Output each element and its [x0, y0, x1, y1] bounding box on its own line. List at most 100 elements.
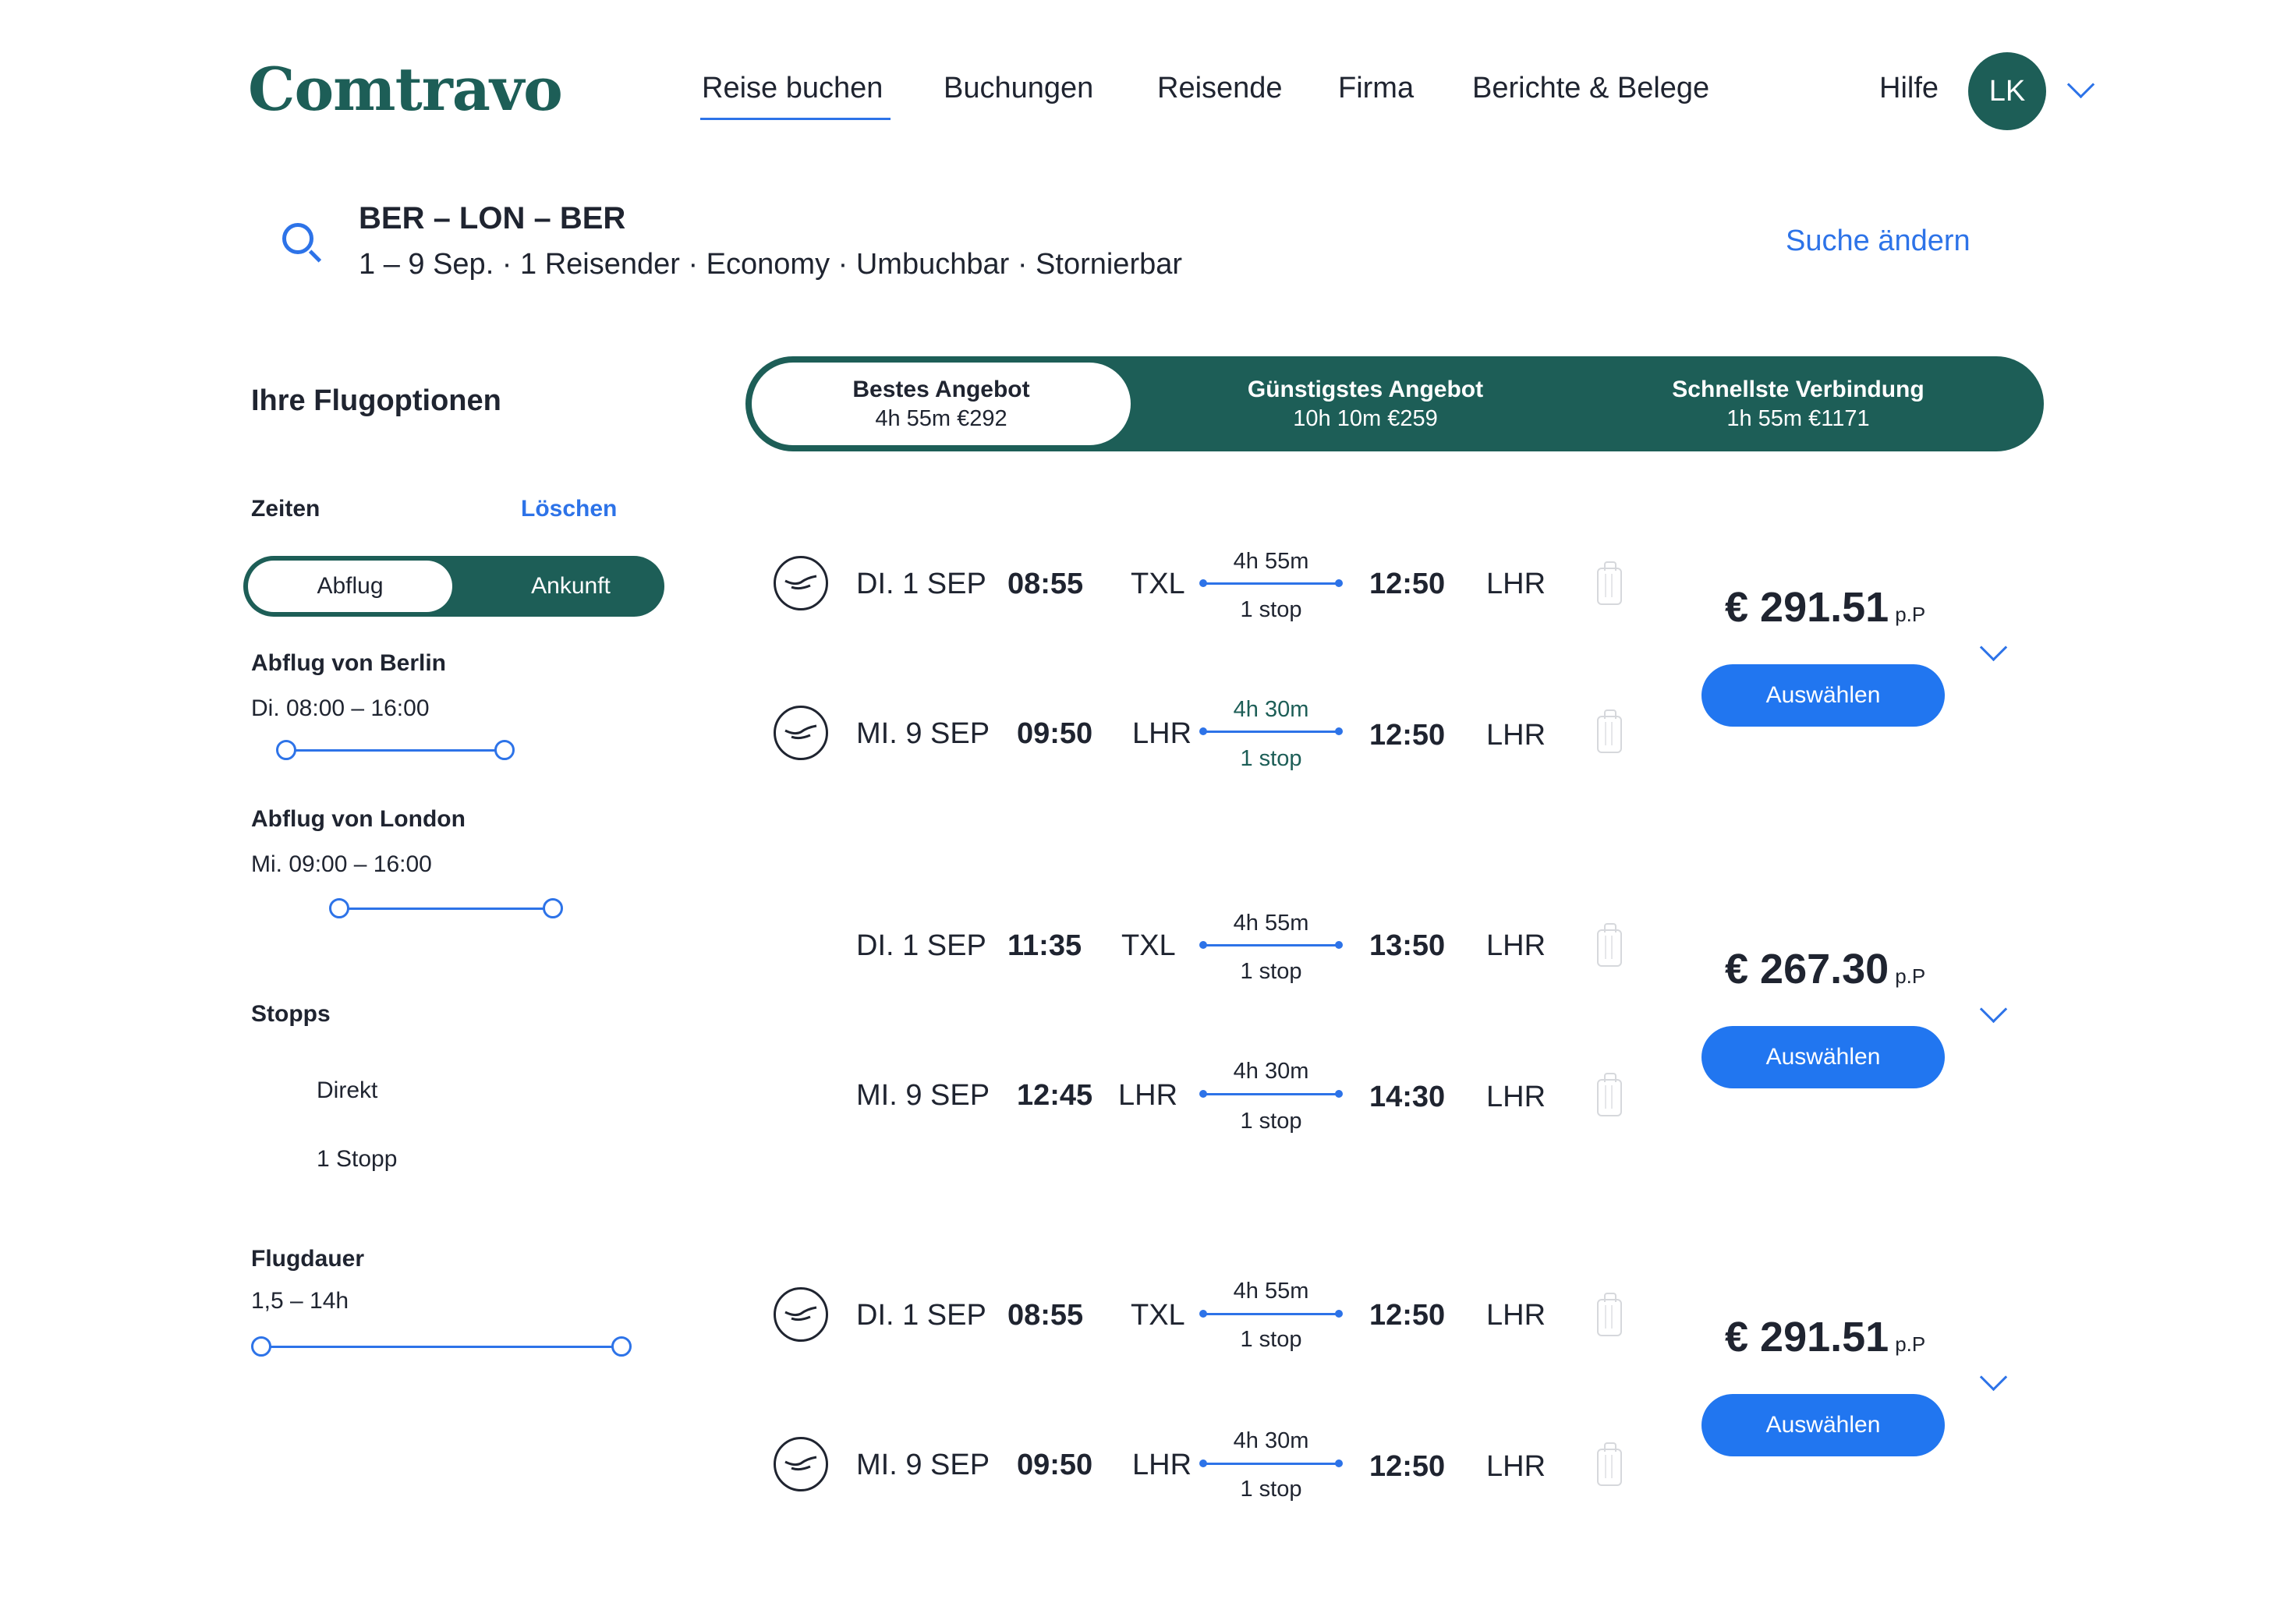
- leg-date: DI. 1 SEP: [856, 1299, 986, 1332]
- departure-arrival-toggle[interactable]: Abflug Ankunft: [243, 556, 664, 617]
- stop-option-direkt[interactable]: Direkt: [317, 1077, 377, 1104]
- baggage-icon: [1597, 1442, 1622, 1486]
- leg-line-end: [1335, 1310, 1343, 1318]
- nav-berichte-belege[interactable]: Berichte & Belege: [1472, 72, 1709, 105]
- london-time-slider-track[interactable]: [340, 908, 554, 910]
- nav-reisende[interactable]: Reisende: [1157, 72, 1283, 105]
- duration-slider-track[interactable]: [260, 1346, 621, 1348]
- leg-departure-time: 11:35: [1007, 929, 1082, 962]
- airline-logo-icon: [774, 1287, 828, 1342]
- leg-line-end: [1335, 579, 1343, 587]
- nav-reise-buchen[interactable]: Reise buchen: [702, 72, 883, 105]
- leg-departure-time: 12:45: [1017, 1079, 1093, 1112]
- leg-duration: 4h 30m: [1233, 697, 1309, 722]
- price-per-person: p.P: [1895, 964, 1926, 988]
- result-price: € 291.51 p.P: [1725, 583, 1925, 632]
- leg-date: DI. 1 SEP: [856, 929, 986, 962]
- duration-slider-max-handle[interactable]: [611, 1336, 632, 1357]
- leg-stops: 1 stop: [1240, 597, 1302, 622]
- toggle-ankunft[interactable]: Ankunft: [477, 556, 664, 617]
- london-slider-min-handle[interactable]: [329, 898, 349, 918]
- leg-origin: LHR: [1118, 1079, 1178, 1112]
- berlin-departure-label: Abflug von Berlin: [251, 650, 446, 676]
- berlin-slider-min-handle[interactable]: [276, 740, 296, 760]
- expand-chevron-down-icon[interactable]: [1979, 1363, 2008, 1392]
- tab-fastest-connection[interactable]: Schnellste Verbindung 1h 55m €1171: [1588, 356, 2009, 451]
- leg-arrival-time: 12:50: [1369, 719, 1446, 752]
- leg-date: MI. 9 SEP: [856, 1449, 990, 1481]
- nav-active-indicator: [700, 118, 891, 120]
- leg-departure-time: 09:50: [1017, 717, 1093, 750]
- leg-origin: LHR: [1132, 717, 1192, 750]
- leg-date: MI. 9 SEP: [856, 717, 990, 750]
- london-slider-max-handle[interactable]: [543, 898, 563, 918]
- leg-origin: LHR: [1132, 1449, 1192, 1481]
- leg-arrival-time: 12:50: [1369, 1299, 1446, 1332]
- clear-filters-button[interactable]: Löschen: [521, 496, 617, 522]
- tab-best-offer-title: Bestes Angebot: [852, 376, 1030, 402]
- leg-line: [1204, 731, 1340, 733]
- result-price: € 267.30 p.P: [1725, 945, 1925, 993]
- sidebar-title: Ihre Flugoptionen: [251, 384, 501, 417]
- leg-stops: 1 stop: [1240, 1477, 1302, 1502]
- leg-departure-time: 08:55: [1007, 1299, 1084, 1332]
- expand-chevron-down-icon[interactable]: [1979, 995, 2008, 1024]
- leg-origin: TXL: [1121, 929, 1176, 962]
- nav-firma[interactable]: Firma: [1338, 72, 1414, 105]
- select-flight-button[interactable]: Auswählen: [1701, 664, 1945, 727]
- berlin-time-slider-track[interactable]: [287, 749, 505, 752]
- leg-line: [1204, 1463, 1340, 1465]
- leg-line-end: [1335, 727, 1343, 735]
- leg-departure-time: 08:55: [1007, 568, 1084, 600]
- berlin-slider-max-handle[interactable]: [494, 740, 515, 760]
- tab-cheapest-sub: 10h 10m €259: [1293, 405, 1438, 431]
- leg-destination: LHR: [1486, 929, 1546, 962]
- baggage-icon: [1597, 709, 1622, 753]
- tab-fastest-sub: 1h 55m €1171: [1726, 405, 1870, 431]
- tab-best-offer[interactable]: Bestes Angebot 4h 55m €292: [752, 363, 1131, 445]
- stop-option-1-stopp[interactable]: 1 Stopp: [317, 1146, 397, 1173]
- tab-fastest-title: Schnellste Verbindung: [1672, 376, 1925, 402]
- baggage-icon: [1597, 923, 1622, 967]
- leg-date: DI. 1 SEP: [856, 568, 986, 600]
- leg-arrival-time: 13:50: [1369, 929, 1446, 962]
- price-per-person: p.P: [1895, 603, 1926, 626]
- price-amount: € 267.30: [1725, 946, 1889, 992]
- sort-tabs: Bestes Angebot 4h 55m €292 Günstigstes A…: [745, 356, 2044, 451]
- price-per-person: p.P: [1895, 1332, 1926, 1356]
- select-flight-button[interactable]: Auswählen: [1701, 1026, 1945, 1088]
- leg-arrival-time: 12:50: [1369, 568, 1446, 600]
- leg-origin: TXL: [1131, 1299, 1185, 1332]
- leg-destination: LHR: [1486, 719, 1546, 752]
- logo[interactable]: Comtravo: [248, 55, 563, 124]
- avatar[interactable]: LK: [1968, 52, 2046, 130]
- leg-line: [1204, 1093, 1340, 1095]
- leg-origin: TXL: [1131, 568, 1185, 600]
- airline-logo-icon: [774, 556, 828, 610]
- duration-range: 1,5 – 14h: [251, 1288, 349, 1314]
- search-icon[interactable]: [282, 223, 313, 254]
- leg-destination: LHR: [1486, 1299, 1546, 1332]
- london-departure-label: Abflug von London: [251, 806, 466, 832]
- tab-cheapest-offer[interactable]: Günstigstes Angebot 10h 10m €259: [1143, 356, 1588, 451]
- toggle-abflug[interactable]: Abflug: [248, 561, 452, 612]
- leg-duration: 4h 55m: [1233, 911, 1309, 936]
- leg-arrival-time: 12:50: [1369, 1450, 1446, 1483]
- select-flight-button[interactable]: Auswählen: [1701, 1394, 1945, 1456]
- leg-arrival-time: 14:30: [1369, 1081, 1446, 1113]
- leg-duration: 4h 30m: [1233, 1428, 1309, 1453]
- london-time-range: Mi. 09:00 – 16:00: [251, 851, 432, 877]
- baggage-icon: [1597, 561, 1622, 605]
- leg-duration: 4h 30m: [1233, 1059, 1309, 1084]
- expand-chevron-down-icon[interactable]: [1979, 633, 2008, 662]
- leg-line: [1204, 1313, 1340, 1315]
- tab-cheapest-title: Günstigstes Angebot: [1247, 376, 1484, 402]
- help-link[interactable]: Hilfe: [1879, 72, 1939, 105]
- nav-buchungen[interactable]: Buchungen: [944, 72, 1093, 105]
- change-search-link[interactable]: Suche ändern: [1786, 225, 1971, 258]
- search-details: 1 – 9 Sep. · 1 Reisender · Economy · Umb…: [359, 248, 1183, 281]
- duration-slider-min-handle[interactable]: [251, 1336, 271, 1357]
- account-chevron-down-icon[interactable]: [2066, 70, 2095, 99]
- baggage-icon: [1597, 1073, 1622, 1116]
- leg-line-end: [1335, 941, 1343, 949]
